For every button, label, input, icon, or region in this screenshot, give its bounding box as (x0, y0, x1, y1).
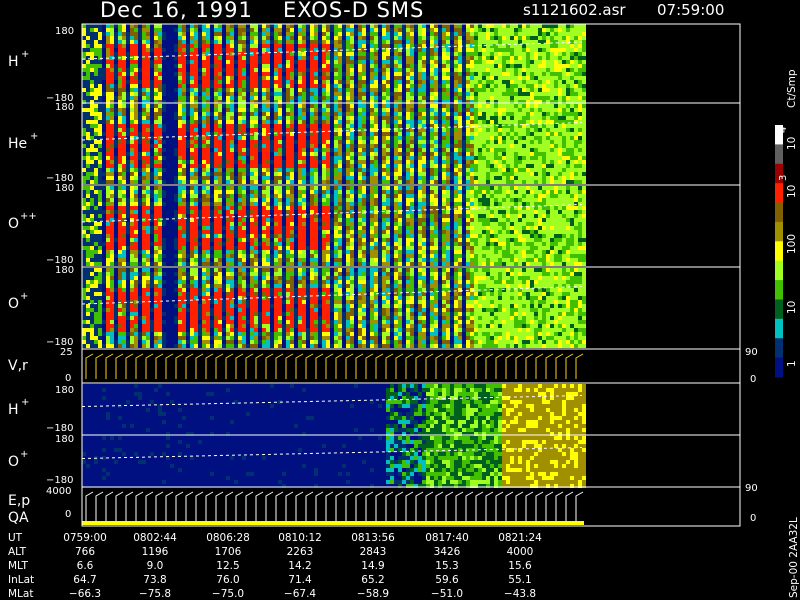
plot-time: 07:59:00 (657, 1, 724, 19)
footer-cell: 65.2 (361, 574, 384, 586)
footer-cell: −58.9 (357, 588, 389, 600)
footer-cell: 0802:44 (133, 532, 177, 544)
panel-ymax-2: 180 (55, 183, 74, 194)
spectrogram-panel-0 (81, 24, 586, 104)
footer-table: UT 0759:00 0802:44 0806:28 0810:12 0813:56 081… (8, 532, 542, 600)
panel-label-o-plus-top: O + (8, 291, 28, 312)
footer-cell: 55.1 (508, 574, 531, 586)
spectrogram-panel-5 (81, 384, 586, 436)
plot-filename: s1121602.asr (523, 1, 626, 19)
panel-ymax-0: 180 (55, 26, 74, 37)
footer-cell: 0813:56 (351, 532, 395, 544)
panel-imagery (81, 24, 740, 525)
panel-ymax-6: 180 (55, 434, 74, 445)
panel-ymin-6: −180 (46, 475, 73, 486)
panel-label-h-plus-top: H + (8, 49, 29, 70)
colorbar-segment (775, 260, 783, 281)
colorbar-unit: Ct/Smp (786, 69, 798, 108)
panel-rmax-4: 90 (745, 347, 758, 358)
colorbar-segment (775, 299, 783, 320)
footer-cell: 14.2 (288, 560, 311, 572)
colorbar-segment (775, 357, 783, 378)
footer-cell: −75.0 (212, 588, 244, 600)
panel-ymax-3: 180 (55, 265, 74, 276)
panel-label-o-plus-low: O + (8, 449, 28, 470)
panel-ymin-5: −180 (46, 423, 73, 434)
exos-d-sms-spectrogram-plot: Dec 16, 1991 EXOS-D SMS s1121602.asr 07:… (8, 0, 800, 600)
panel-label-ep: E,p (8, 493, 30, 509)
panel-ymax-4: 25 (60, 347, 73, 358)
colorbar-label-1: 1 (786, 360, 798, 367)
footer-cell: 12.5 (216, 560, 239, 572)
panel-label-o-plusplus: O ++ (8, 211, 37, 232)
panel-label-vr: V,r (8, 358, 28, 374)
spectrogram-panel-2 (81, 186, 586, 266)
sweep-panel-4 (85, 353, 584, 379)
footer-stamp: Sep-00 2AA32L (788, 517, 800, 598)
footer-cell: 2843 (360, 546, 387, 558)
footer-cell: 0806:28 (206, 532, 250, 544)
colorbar-label-10: 10 (786, 301, 798, 314)
footer-cell: 0759:00 (63, 532, 107, 544)
spectrogram-panel-6 (81, 436, 586, 488)
footer-cell: 3426 (434, 546, 461, 558)
spectrogram-panel-3 (81, 268, 586, 348)
panel-label-he-plus: He + (8, 131, 38, 152)
footer-cell: 0817:40 (425, 532, 469, 544)
plot-date: Dec 16, 1991 (100, 0, 253, 22)
colorbar-label-100: 100 (786, 234, 798, 254)
footer-row-label: MLT (8, 560, 28, 572)
footer-cell: 4000 (507, 546, 534, 558)
footer-row-label: InLat (8, 574, 34, 586)
footer-cell: 0810:12 (278, 532, 322, 544)
footer-cell: 15.6 (508, 560, 532, 572)
panel-rmin-4: 0 (750, 374, 756, 385)
panel-rmax-7: 90 (745, 483, 758, 494)
panel-label-h-plus-low: H + (8, 397, 29, 418)
footer-cell: −75.8 (139, 588, 171, 600)
footer-cell: 1196 (142, 546, 169, 558)
spectrogram-panel-1 (81, 104, 586, 184)
colorbar-segment (775, 202, 783, 223)
footer-cell: 1706 (215, 546, 242, 558)
footer-cell: −51.0 (431, 588, 463, 600)
panel-label-qa: QA (8, 510, 29, 526)
footer-cell: −43.8 (504, 588, 536, 600)
footer-cell: 15.3 (435, 560, 458, 572)
colorbar-segment (775, 144, 783, 165)
footer-cell: 71.4 (288, 574, 312, 586)
footer-row-label: MLat (8, 588, 33, 600)
panel-rmin-7: 0 (750, 513, 756, 524)
panel-ymax-5: 180 (55, 385, 74, 396)
footer-cell: 73.8 (143, 574, 166, 586)
colorbar-segment (775, 183, 783, 204)
panel-ymin-4: 0 (65, 373, 71, 384)
panel-ymin-7: 0 (65, 509, 71, 520)
footer-cell: 9.0 (147, 560, 164, 572)
footer-cell: 2263 (287, 546, 314, 558)
plot-instrument: EXOS-D SMS (283, 0, 424, 22)
colorbar-segment (775, 318, 783, 339)
sweep-panel-7 (85, 491, 584, 523)
footer-cell: 14.9 (361, 560, 384, 572)
footer-cell: 76.0 (216, 574, 239, 586)
qa-bar (82, 521, 584, 525)
panel-ymax-1: 180 (55, 102, 74, 113)
footer-row-label: UT (8, 532, 23, 544)
panel-ymax-7: 4000 (46, 486, 71, 497)
footer-cell: −66.3 (69, 588, 101, 600)
colorbar-segment (775, 338, 783, 359)
footer-row-label: ALT (8, 546, 27, 558)
colorbar-segment (775, 241, 783, 262)
footer-cell: 6.6 (77, 560, 94, 572)
footer-cell: 64.7 (73, 574, 96, 586)
footer-cell: −67.4 (284, 588, 316, 600)
footer-cell: 766 (75, 546, 95, 558)
colorbar-segment (775, 221, 783, 242)
colorbar (775, 125, 783, 378)
footer-cell: 59.6 (435, 574, 459, 586)
colorbar-segment (775, 280, 783, 300)
footer-cell: 0821:24 (498, 532, 542, 544)
